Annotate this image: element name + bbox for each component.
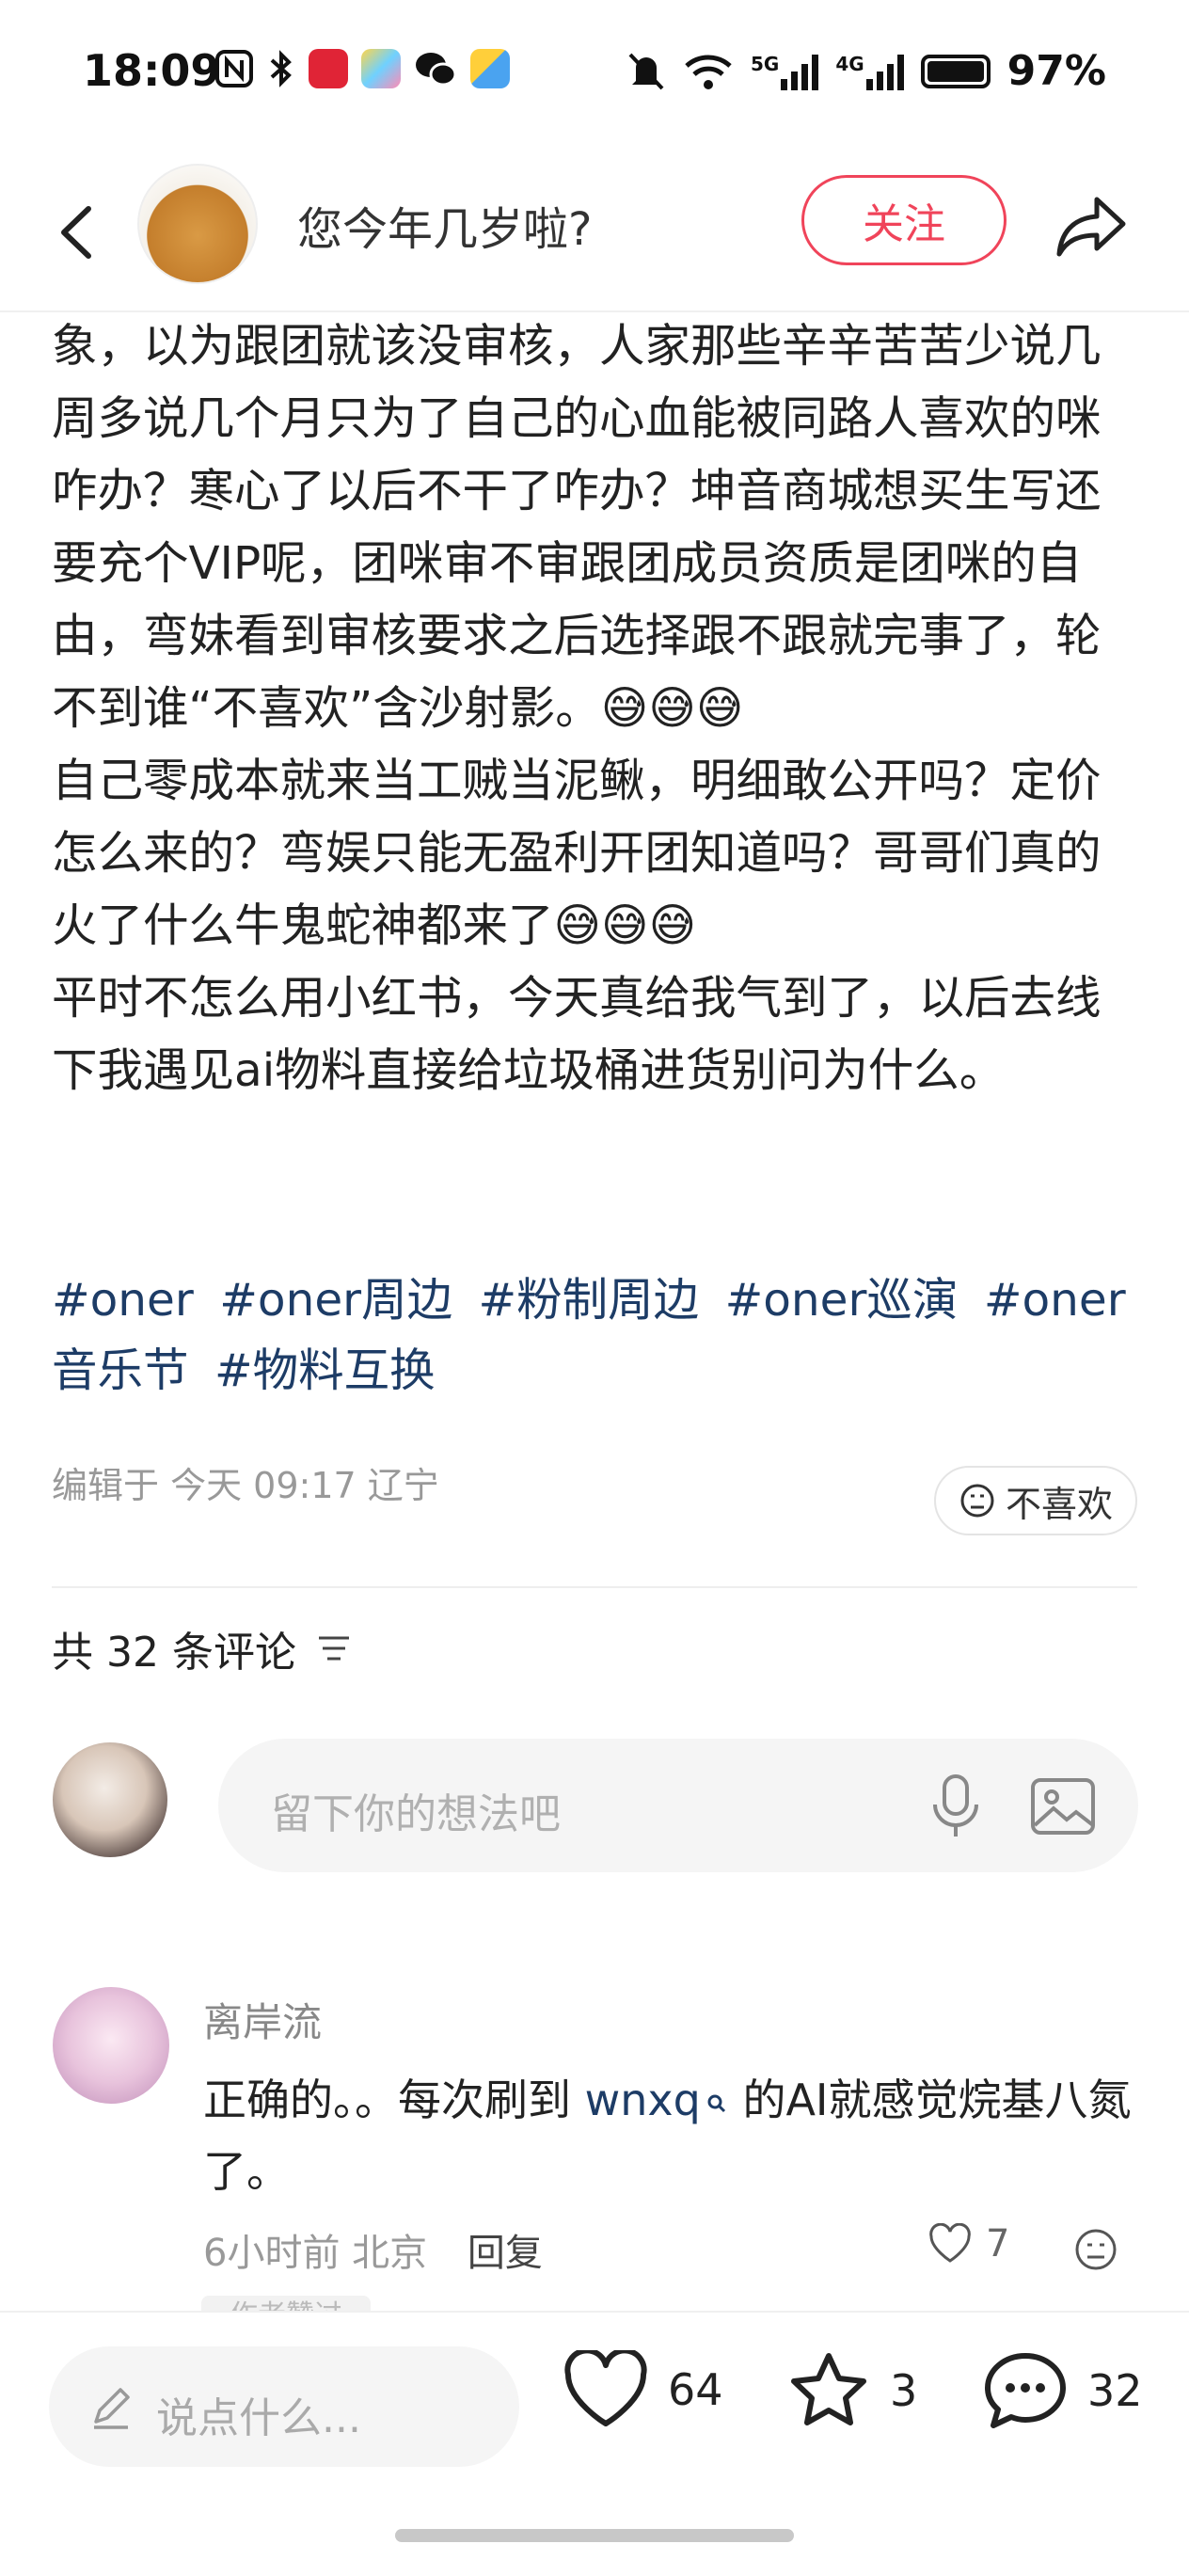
network-5g-label: 5G: [750, 52, 780, 75]
frown-face-icon: [960, 1484, 994, 1518]
follow-button[interactable]: 关注: [801, 175, 1007, 265]
comment-input-placeholder: 留下你的想法吧: [271, 1790, 561, 1838]
hashtag-link[interactable]: #oner: [52, 1274, 194, 1327]
comments-count-title: 共 32 条评论: [52, 1629, 296, 1677]
dislike-label: 不喜欢: [1005, 1483, 1113, 1525]
signal-4g-icon: 4G: [835, 52, 904, 90]
hashtag-link[interactable]: #物料互换: [214, 1344, 436, 1397]
search-icon: [707, 2094, 725, 2112]
star-icon: [791, 2353, 866, 2425]
comment-count: 32: [1087, 2365, 1143, 2416]
back-button[interactable]: [45, 190, 111, 275]
signal-5g-icon: 5G: [750, 52, 819, 90]
bluetooth-icon: [270, 50, 292, 87]
post-header: 您今年几岁啦? 关注: [0, 151, 1189, 312]
comments-header: 共 32 条评论: [52, 1618, 353, 1678]
comment-bubble-icon: [985, 2353, 1066, 2428]
comment-button[interactable]: 32: [982, 2350, 1143, 2431]
post-paragraph: 自己零成本就来当工贼当泥鳅，明细敢公开吗？定价怎么来的？弯娱只能无盈利开团知道吗…: [52, 755, 1102, 952]
author-liked-badge: 作者赞过: [201, 2296, 371, 2311]
comment-text-before: 正确的。。每次刷到: [203, 2075, 585, 2125]
reply-button[interactable]: 回复: [468, 2232, 543, 2275]
system-icons: 5G 4G 97%: [626, 47, 1106, 95]
battery-percent: 97%: [1007, 47, 1106, 95]
nfc-icon: [215, 50, 253, 87]
say-something-input[interactable]: 说点什么...: [49, 2346, 519, 2467]
status-time: 18:09: [83, 45, 221, 96]
weather-icon: [470, 49, 510, 88]
post-paragraph: 象，以为跟团就该没审核，人家那些辛辛苦苦少说几周多说几个月只为了自己的心血能被同…: [52, 320, 1102, 735]
comment-like-count: 7: [986, 2222, 1010, 2266]
comment-time: 6小时前: [203, 2232, 341, 2275]
comment-meta: 6小时前 北京 回复: [203, 2222, 543, 2277]
commenter-name[interactable]: 离岸流: [203, 1991, 322, 2048]
battery-icon: [920, 54, 991, 88]
wechat-icon: [416, 53, 457, 87]
home-indicator[interactable]: [395, 2529, 794, 2542]
commenter-avatar[interactable]: [53, 1987, 169, 2104]
hashtag-link[interactable]: #oner巡演: [725, 1274, 959, 1327]
collect-count: 3: [890, 2365, 918, 2416]
heart-icon: [564, 2350, 647, 2426]
comment-like-button[interactable]: 7: [927, 2222, 1009, 2266]
post-edit-meta: 编辑于 今天 09:17 辽宁: [52, 1465, 439, 1506]
collect-button[interactable]: 3: [786, 2350, 917, 2431]
hashtag-link[interactable]: #oner周边: [219, 1274, 452, 1327]
wifi-icon: [685, 55, 732, 89]
comment-input[interactable]: 留下你的想法吧: [218, 1739, 1138, 1872]
status-bar: 18:09 5G 4G 97%: [0, 0, 1189, 151]
hashtag-list: #oner #oner周边 #粉制周边 #oner巡演 #oner音乐节 #物料…: [52, 1265, 1143, 1407]
like-count: 64: [668, 2364, 723, 2415]
mute-bell-icon: [628, 53, 664, 89]
comment-location: 北京: [352, 2232, 428, 2275]
pen-icon: [94, 2388, 130, 2429]
author-name[interactable]: 您今年几岁啦?: [297, 192, 592, 258]
comment-link-text: wnxq: [584, 2075, 701, 2125]
author-avatar[interactable]: [137, 164, 258, 284]
gallery-app-icon: [361, 49, 401, 88]
microphone-icon[interactable]: [922, 1771, 990, 1842]
divider: [52, 1586, 1137, 1588]
like-button[interactable]: 64: [563, 2350, 723, 2429]
share-icon[interactable]: [1052, 186, 1131, 265]
image-icon[interactable]: [1027, 1771, 1099, 1842]
dislike-button[interactable]: 不喜欢: [934, 1466, 1137, 1535]
comment-search-link[interactable]: wnxq: [585, 2075, 729, 2125]
comment-text: 正确的。。每次刷到 wnxq 的AI就感觉烷基八氮了。: [203, 2064, 1144, 2207]
network-4g-label: 4G: [835, 52, 864, 75]
post-body: 象，以为跟团就该没审核，人家那些辛辛苦苦少说几周多说几个月只为了自己的心血能被同…: [52, 310, 1143, 1107]
hashtag-link[interactable]: #粉制周边: [479, 1274, 700, 1327]
sort-filter-icon[interactable]: [315, 1632, 353, 1664]
comment-dislike-icon[interactable]: [1072, 2226, 1119, 2273]
post-paragraph: 平时不怎么用小红书，今天真给我气到了，以后去线下我遇见ai物料直接给垃圾桶进货别…: [52, 972, 1102, 1097]
my-avatar: [53, 1742, 167, 1857]
notification-icons: [214, 49, 510, 88]
shop-app-icon: [309, 49, 348, 88]
heart-icon: [929, 2223, 971, 2263]
say-something-placeholder: 说点什么...: [156, 2394, 361, 2442]
